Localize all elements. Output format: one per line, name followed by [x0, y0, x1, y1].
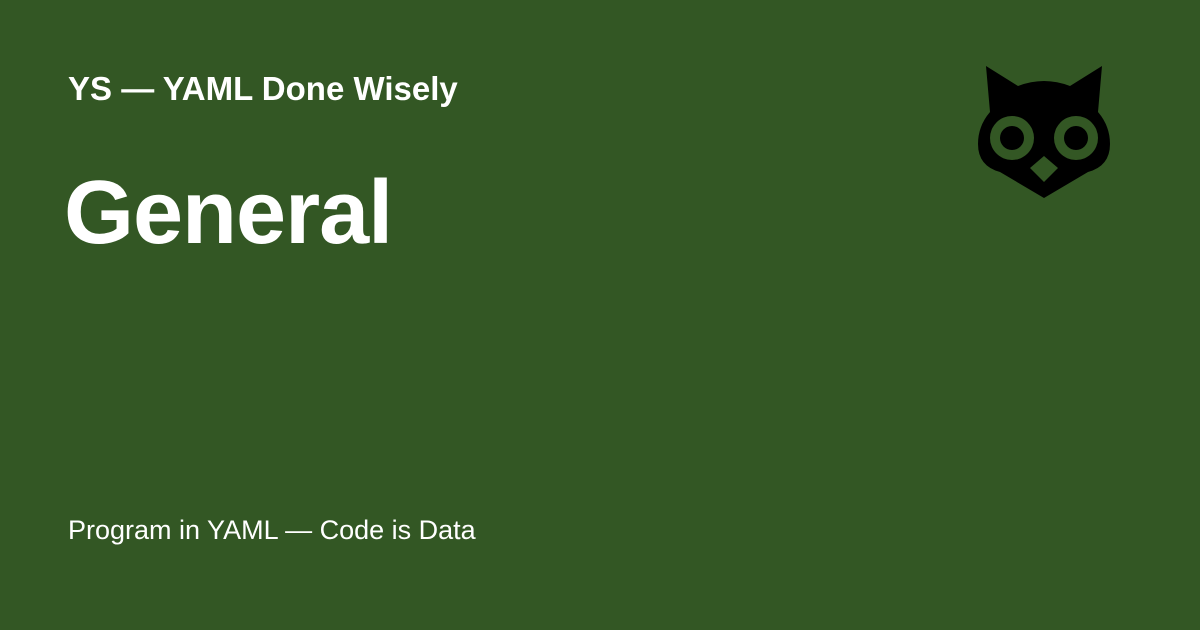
page-heading: General	[64, 163, 393, 263]
tagline: Program in YAML — Code is Data	[68, 515, 476, 545]
owl-icon	[976, 64, 1112, 200]
site-title: YS — YAML Done Wisely	[68, 70, 458, 107]
